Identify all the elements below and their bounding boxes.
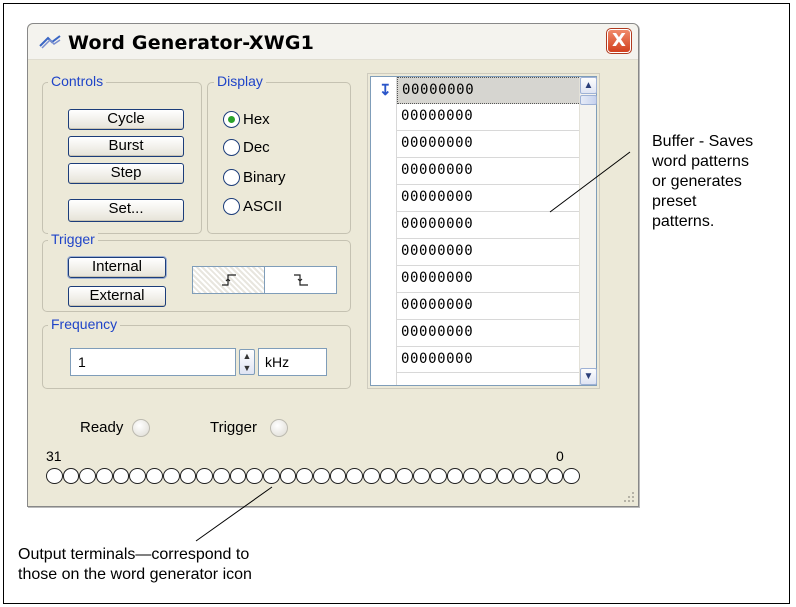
annotation-line: Buffer - Saves (652, 133, 754, 150)
annotation-line: word patterns (652, 153, 749, 170)
annotation-line: patterns. (652, 213, 715, 230)
annotation-line: those on the word generator icon (18, 566, 252, 583)
annotation-line: or generates (652, 173, 742, 190)
output-annotation: Output terminals—correspond to those on … (18, 545, 252, 585)
callout-lines (195, 151, 631, 542)
annotation-line: Output terminals—correspond to (18, 546, 250, 563)
buffer-annotation: Buffer - Saves word patterns or generate… (652, 132, 753, 232)
annotation-line: preset (652, 193, 697, 210)
